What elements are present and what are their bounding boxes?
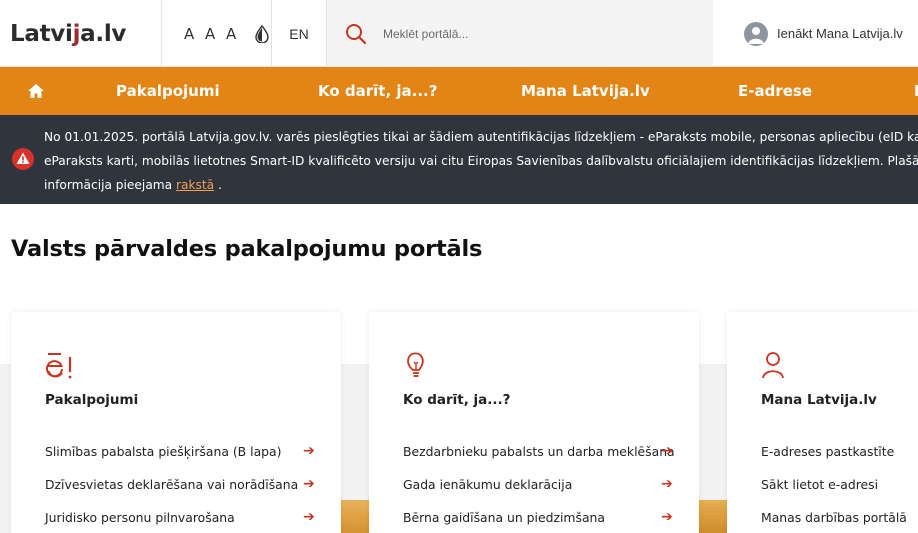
- arrow-right-icon[interactable]: ➔: [661, 508, 673, 525]
- page-title: Valsts pārvaldes pakalpojumu portāls: [11, 236, 483, 262]
- alert-line-3: informācija pieejama rakstā .: [44, 173, 918, 197]
- card-link[interactable]: E-adreses pastkastīte: [761, 444, 894, 459]
- search-icon[interactable]: [345, 23, 367, 45]
- card-link[interactable]: Manas darbības portālā: [761, 510, 907, 525]
- accessibility-controls: A A A: [162, 0, 272, 67]
- nav-item-pakalpojumi[interactable]: Pakalpojumi: [116, 67, 220, 115]
- card-link[interactable]: Bērna gaidīšana un piedzimšana: [403, 510, 605, 525]
- arrow-right-icon[interactable]: ➔: [303, 508, 315, 525]
- contrast-drop-icon[interactable]: [255, 24, 270, 43]
- article-link[interactable]: rakstā: [176, 178, 214, 192]
- login-label: Ienākt Mana Latvija.lv: [777, 26, 903, 41]
- card-link[interactable]: Bezdarbnieku pabalsts un darba meklēšana: [403, 444, 675, 459]
- alert-line-3-end: .: [214, 178, 222, 192]
- avatar-icon: [744, 21, 768, 46]
- card-title: Mana Latvija.lv: [761, 392, 877, 408]
- alert-line-1: No 01.01.2025. portālā Latvija.gov.lv. v…: [44, 130, 918, 144]
- card-pakalpojumi: Pakalpojumi Slimības pabalsta piešķiršan…: [11, 312, 341, 533]
- card-link[interactable]: Sākt lietot e-adresi: [761, 477, 878, 492]
- arrow-right-icon[interactable]: ➔: [661, 442, 673, 459]
- arrow-right-icon[interactable]: ➔: [303, 475, 315, 492]
- card-title: Pakalpojumi: [45, 392, 139, 408]
- alert-banner: No 01.01.2025. portālā Latvija.gov.lv. v…: [0, 115, 918, 204]
- alert-line-2: eParaksts karti, mobilās lietotnes Smart…: [44, 154, 918, 168]
- alert-line-3-text: informācija pieejama: [44, 178, 176, 192]
- logo-text: Latvija.lv: [10, 21, 126, 47]
- warning-icon: [12, 148, 34, 170]
- nav-item-mana-latvija[interactable]: Mana Latvija.lv: [521, 67, 650, 115]
- font-size-toggle[interactable]: A A A: [184, 25, 239, 43]
- logo-text-main: Latvi: [10, 20, 73, 47]
- home-icon: [28, 84, 44, 98]
- nav-item-ko-darit[interactable]: Ko darīt, ja...?: [318, 67, 437, 115]
- decorative-image-strip: [699, 500, 727, 533]
- card-title: Ko darīt, ja...?: [403, 392, 511, 408]
- card-link[interactable]: Gada ienākumu deklarācija: [403, 477, 572, 492]
- home-button[interactable]: [0, 67, 72, 115]
- nav-item-overflow[interactable]: E: [914, 67, 918, 115]
- search-bar: [327, 0, 713, 67]
- card-ko-darit: Ko darīt, ja...? Bezdarbnieku pabalsts u…: [369, 312, 699, 533]
- card-link[interactable]: Slimības pabalsta piešķiršana (B lapa): [45, 444, 281, 459]
- site-logo[interactable]: Latvija.lv: [0, 0, 162, 67]
- card-link[interactable]: Dzīvesvietas deklarēšana vai norādīšana: [45, 477, 298, 492]
- e-exclamation-icon: [46, 353, 72, 379]
- user-icon: [762, 352, 784, 379]
- card-link[interactable]: Juridisko personu pilnvarošana: [45, 510, 235, 525]
- alert-text: No 01.01.2025. portālā Latvija.gov.lv. v…: [44, 125, 918, 197]
- lightbulb-icon: [407, 352, 424, 377]
- site-header: Latvija.lv A A A EN Ienākt Mana Latvija.…: [0, 0, 918, 67]
- language-switch[interactable]: EN: [272, 0, 327, 67]
- search-input[interactable]: [383, 26, 683, 41]
- arrow-right-icon[interactable]: ➔: [661, 475, 673, 492]
- nav-item-e-adrese[interactable]: E-adrese: [738, 67, 812, 115]
- main-nav: Pakalpojumi Ko darīt, ja...? Mana Latvij…: [0, 67, 918, 115]
- arrow-right-icon[interactable]: ➔: [303, 442, 315, 459]
- login-button[interactable]: Ienākt Mana Latvija.lv: [713, 0, 918, 67]
- card-mana-latvija: Mana Latvija.lv E-adreses pastkastīte Sā…: [727, 312, 918, 533]
- decorative-image-strip: [341, 500, 369, 533]
- logo-text-tail: a.lv: [80, 20, 127, 47]
